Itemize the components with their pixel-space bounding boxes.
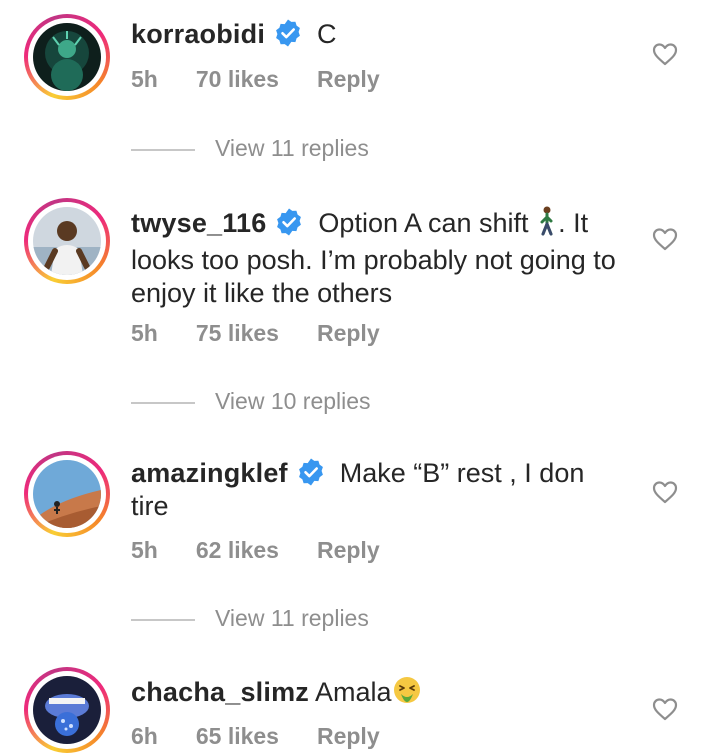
comment-username[interactable]: korraobidi — [131, 19, 265, 49]
verified-badge-icon — [296, 457, 326, 487]
comment-likes[interactable]: 75 likes — [196, 320, 279, 346]
avatar-story-ring[interactable] — [24, 667, 110, 753]
view-replies-button[interactable]: View 11 replies — [131, 135, 369, 162]
view-replies-button[interactable]: View 11 replies — [131, 605, 369, 632]
reply-button[interactable]: Reply — [317, 320, 380, 346]
nauseated-face-emoji-icon — [392, 675, 422, 713]
comment-meta: 6h 65 likes Reply — [131, 723, 418, 750]
divider-line — [131, 618, 195, 621]
view-replies-button[interactable]: View 10 replies — [131, 388, 371, 415]
comment-likes[interactable]: 65 likes — [196, 723, 279, 749]
comment-meta: 5h 70 likes Reply — [131, 66, 418, 93]
verified-badge-icon — [273, 18, 303, 48]
view-replies-label: View 11 replies — [215, 605, 369, 631]
avatar-story-ring[interactable] — [24, 198, 110, 284]
divider-line — [131, 148, 195, 151]
avatar — [33, 676, 101, 744]
comment-likes[interactable]: 70 likes — [196, 66, 279, 92]
avatar-story-ring[interactable] — [24, 14, 110, 100]
view-replies-label: View 10 replies — [215, 388, 371, 414]
comment-time: 5h — [131, 66, 158, 92]
comment-username[interactable]: twyse_116 — [131, 208, 266, 238]
heart-outline-icon[interactable] — [652, 480, 678, 504]
comment-body: Amala — [315, 677, 392, 707]
comment-time: 6h — [131, 723, 158, 749]
comment-username[interactable]: chacha_slimz — [131, 677, 309, 707]
person-walking-emoji-icon — [536, 206, 558, 244]
comment-time: 5h — [131, 320, 158, 346]
reply-button[interactable]: Reply — [317, 66, 380, 92]
view-replies-label: View 11 replies — [215, 135, 369, 161]
comment-text: twyse_116 Option A can shift . It looks t… — [131, 206, 621, 310]
avatar — [33, 23, 101, 91]
comment-text: amazingklef Make “B” rest , I don tire — [131, 457, 621, 523]
avatar — [33, 460, 101, 528]
divider-line — [131, 401, 195, 404]
comment-time: 5h — [131, 537, 158, 563]
comment-body: C — [317, 19, 337, 49]
comment-body: Option A can shift — [318, 208, 537, 238]
reply-button[interactable]: Reply — [317, 723, 380, 749]
comment-meta: 5h 62 likes Reply — [131, 537, 418, 564]
reply-button[interactable]: Reply — [317, 537, 380, 563]
comment-likes[interactable]: 62 likes — [196, 537, 279, 563]
heart-outline-icon[interactable] — [652, 227, 678, 251]
comment-text: chacha_slimz Amala — [131, 675, 621, 713]
comment-meta: 5h 75 likes Reply — [131, 320, 418, 347]
comment-username[interactable]: amazingklef — [131, 458, 288, 488]
verified-badge-icon — [274, 207, 304, 237]
avatar-story-ring[interactable] — [24, 451, 110, 537]
avatar — [33, 207, 101, 275]
heart-outline-icon[interactable] — [652, 697, 678, 721]
comment-text: korraobidi C — [131, 18, 621, 51]
heart-outline-icon[interactable] — [652, 42, 678, 66]
